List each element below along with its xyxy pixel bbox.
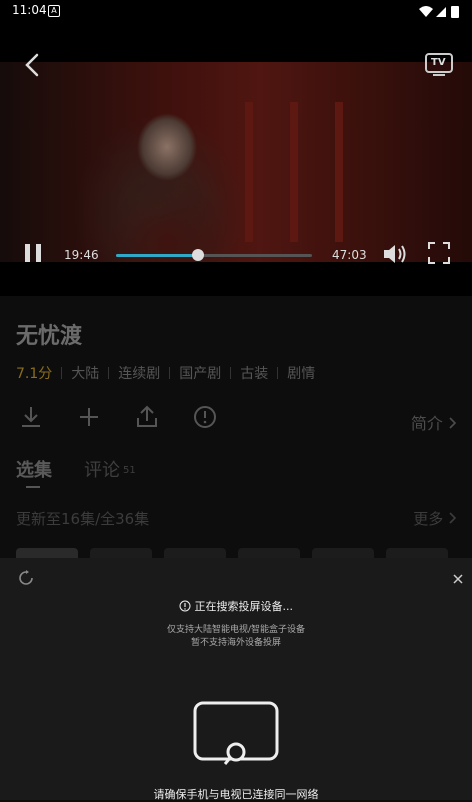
status-icons (418, 4, 462, 23)
download-button[interactable] (18, 404, 48, 434)
seek-bar[interactable] (116, 249, 312, 261)
volume-button[interactable] (382, 242, 408, 270)
episode-chip[interactable] (386, 548, 448, 558)
comments-count: 51 (123, 465, 136, 476)
action-bar: 简介 (0, 404, 472, 436)
chevron-left-icon (25, 53, 39, 77)
more-label: 更多 (413, 510, 444, 528)
rating: 7.1分 (16, 366, 53, 382)
episode-chip[interactable] (312, 548, 374, 558)
close-icon (453, 574, 463, 584)
episode-chip[interactable] (16, 548, 78, 558)
show-tags: 7.1分 大陆 连续剧 国产剧 古装 剧情 (16, 363, 315, 383)
video-frame (0, 62, 472, 262)
cast-tv-button[interactable]: TV (424, 52, 454, 82)
status-time: 11:04 (12, 3, 47, 17)
volume-icon (384, 245, 406, 263)
plus-icon (80, 408, 98, 426)
support-note: 仅支持大陆智能电视/智能盒子设备 (166, 625, 306, 635)
episode-chip[interactable] (238, 548, 300, 558)
search-status: 正在搜索投屏设备... (0, 598, 472, 614)
fullscreen-button[interactable] (428, 242, 450, 268)
chevron-right-icon (449, 512, 457, 524)
show-title: 无忧渡 (16, 324, 83, 349)
tag-type: 连续剧 (118, 366, 161, 382)
video-player[interactable]: TV 19:46 47:03 (0, 22, 472, 296)
tab-episodes[interactable]: 选集 (16, 456, 52, 482)
intro-button[interactable]: 简介 (411, 410, 458, 434)
fullscreen-icon (428, 242, 450, 264)
info-icon (194, 406, 216, 428)
share-button[interactable] (134, 404, 164, 434)
tag-genre-costume: 古装 (240, 366, 269, 382)
tv-badge-label: TV (431, 57, 446, 68)
current-time: 19:46 (64, 248, 99, 262)
tv-search-illustration (192, 700, 280, 776)
close-button[interactable] (452, 570, 464, 589)
tag-region: 大陆 (71, 366, 100, 382)
report-button[interactable] (192, 404, 222, 434)
duration: 47:03 (332, 248, 367, 262)
chevron-right-icon (449, 417, 457, 429)
tab-comments[interactable]: 评论 (84, 456, 120, 482)
overseas-note: 暂不支持海外设备投屏 (190, 638, 281, 648)
share-icon (137, 405, 157, 427)
episode-chip[interactable] (164, 548, 226, 558)
more-episodes-button[interactable]: 更多 (413, 508, 458, 529)
search-status-text: 正在搜索投屏设备... (194, 600, 294, 613)
download-icon (22, 407, 40, 427)
add-button[interactable] (76, 404, 106, 434)
notification-icon: A (48, 5, 60, 17)
tab-indicator (26, 486, 40, 488)
info-icon (179, 600, 191, 612)
episode-update-text: 更新至16集/全36集 (16, 510, 150, 528)
back-button[interactable] (20, 52, 46, 78)
wifi-icon (419, 6, 459, 18)
loading-icon (18, 570, 34, 590)
tag-origin: 国产剧 (179, 366, 222, 382)
pause-icon (25, 244, 41, 262)
seek-progress (116, 254, 199, 257)
episode-chip[interactable] (90, 548, 152, 558)
tag-genre-drama: 剧情 (287, 366, 316, 382)
pause-button[interactable] (22, 242, 44, 268)
cast-device-sheet: 正在搜索投屏设备... 仅支持大陆智能电视/智能盒子设备 暂不支持海外设备投屏 … (0, 558, 472, 801)
intro-label: 简介 (410, 414, 443, 433)
status-bar: 11:04 A (0, 0, 472, 22)
